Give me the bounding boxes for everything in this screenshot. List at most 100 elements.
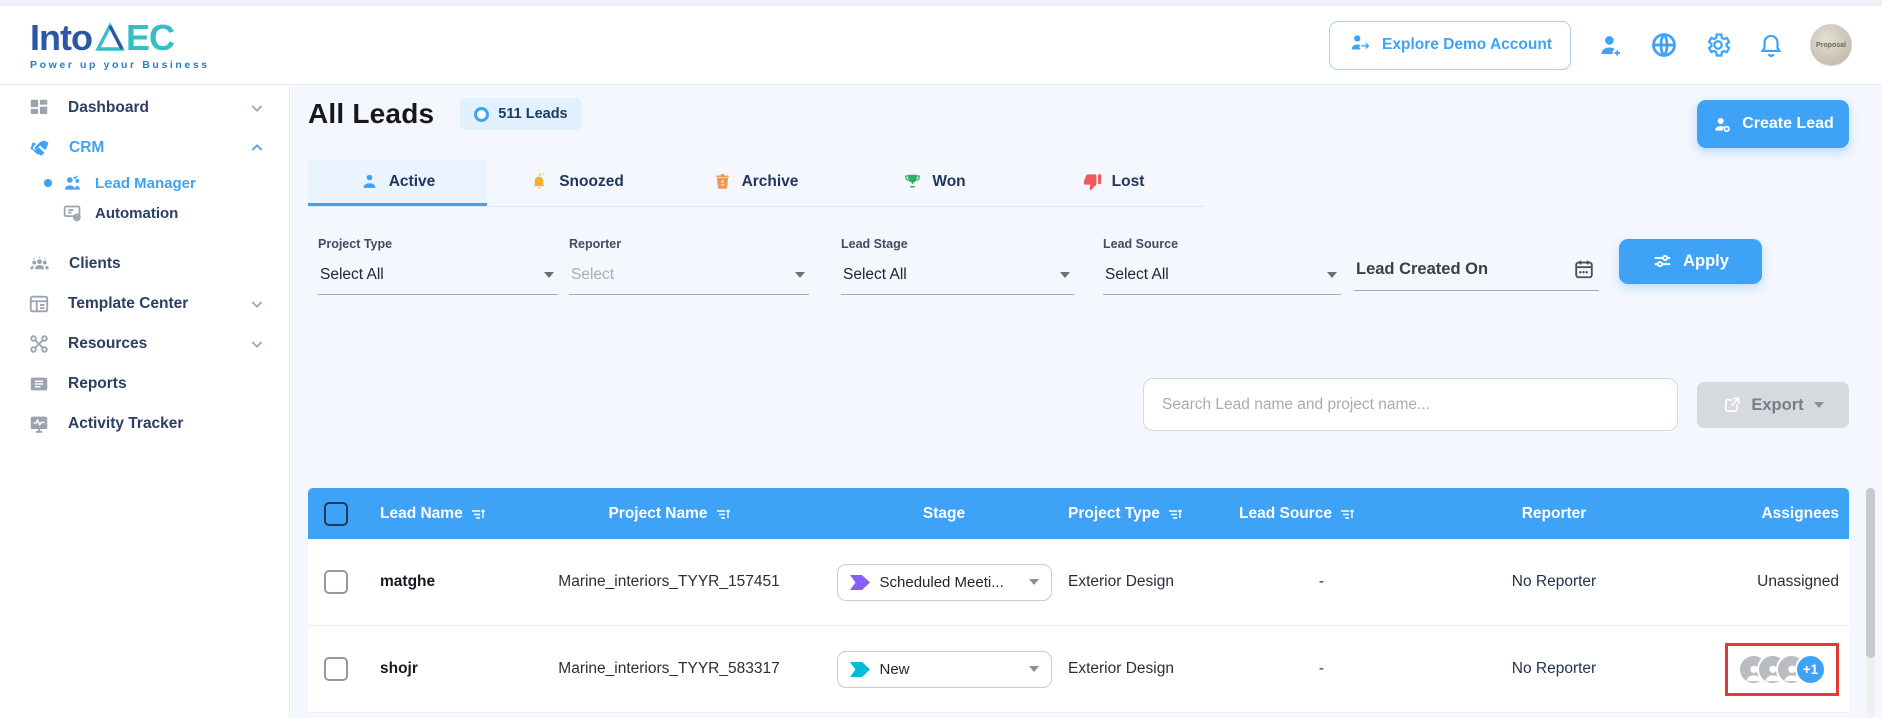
column-header-stage[interactable]: Stage: [824, 505, 1064, 523]
caret-down-icon: [1814, 402, 1824, 408]
dashboard-grid-icon: [28, 97, 50, 119]
column-header-project-type[interactable]: Project Type: [1064, 505, 1239, 523]
sidebar-label: Dashboard: [68, 99, 249, 117]
apply-filters-button[interactable]: Apply: [1619, 239, 1762, 284]
filter-label: Lead Source: [1103, 237, 1341, 251]
main-content: All Leads 511 Leads Create Lead Active z…: [291, 86, 1882, 718]
lead-manager-icon: [62, 173, 83, 194]
sidebar-item-dashboard[interactable]: Dashboard: [0, 88, 289, 128]
notifications-bell-button[interactable]: [1758, 32, 1784, 59]
filter-reporter: Reporter Select: [569, 237, 809, 295]
won-trophy-icon: [903, 172, 922, 191]
apply-sliders-icon: [1652, 251, 1673, 272]
settings-gear-button[interactable]: [1704, 31, 1732, 59]
sidebar-label: Lead Manager: [95, 175, 196, 192]
lead-source-cell: -: [1239, 660, 1404, 678]
lead-name-cell[interactable]: matghe: [364, 573, 514, 591]
sidebar-item-resources[interactable]: Resources: [0, 324, 289, 364]
lost-thumbs-down-icon: [1083, 172, 1102, 191]
row-checkbox[interactable]: [324, 570, 348, 594]
logo-a-triangle-icon: [95, 23, 125, 57]
sidebar-item-activity-tracker[interactable]: Activity Tracker: [0, 404, 289, 444]
sidebar-item-automation[interactable]: Automation: [0, 198, 289, 228]
column-header-project-name[interactable]: Project Name: [514, 505, 824, 523]
project-type-cell: Exterior Design: [1064, 573, 1239, 591]
reporter-cell: No Reporter: [1404, 573, 1704, 591]
filter-lead-source: Lead Source Select All: [1103, 237, 1341, 295]
logo-tagline: Power up your Business: [30, 60, 210, 71]
column-header-reporter[interactable]: Reporter: [1404, 505, 1704, 523]
sort-icon: [471, 508, 485, 520]
tab-label: Won: [932, 173, 965, 191]
globe-icon: [1650, 31, 1678, 59]
add-user-icon: [1597, 32, 1624, 59]
select-all-checkbox[interactable]: [324, 502, 348, 526]
assignees-cell[interactable]: Unassigned: [1704, 573, 1849, 591]
leads-table: Lead Name Project Name Stage Project Typ…: [308, 488, 1849, 713]
sidebar-item-crm[interactable]: CRM: [0, 128, 289, 168]
tab-archive[interactable]: Archive: [666, 160, 845, 206]
stage-dropdown[interactable]: Scheduled Meeti...: [837, 564, 1052, 601]
clients-group-icon: [28, 253, 51, 276]
search-input[interactable]: [1143, 378, 1678, 431]
automation-icon: [62, 203, 83, 224]
user-avatar[interactable]: Proposal: [1810, 24, 1852, 66]
activity-tracker-icon: [28, 413, 50, 435]
row-checkbox[interactable]: [324, 657, 348, 681]
reports-list-icon: [28, 373, 50, 395]
stage-flag-icon: [850, 662, 871, 677]
tab-label: Active: [389, 173, 436, 191]
add-user-button[interactable]: [1597, 32, 1624, 59]
lead-count-text: 511 Leads: [498, 106, 567, 122]
tab-snoozed[interactable]: zz Snoozed: [487, 160, 666, 206]
assignee-overflow-badge[interactable]: +1: [1795, 654, 1826, 685]
language-globe-button[interactable]: [1650, 31, 1678, 59]
sidebar-item-template-center[interactable]: Template Center: [0, 284, 289, 324]
leads-count-ring-icon: [474, 107, 489, 122]
lead-status-tabs: Active zz Snoozed Archive Won Lost: [308, 160, 1205, 207]
sidebar-item-lead-manager[interactable]: Lead Manager: [0, 168, 289, 198]
filters-bar: Project Type Select All Reporter Select …: [291, 237, 1882, 317]
notification-bell-icon: [1758, 32, 1784, 59]
chevron-down-icon: [249, 296, 265, 312]
svg-text:z: z: [542, 172, 544, 176]
column-header-lead-source[interactable]: Lead Source: [1239, 505, 1404, 523]
tab-active[interactable]: Active: [308, 160, 487, 206]
apply-label: Apply: [1683, 252, 1729, 271]
sidebar-item-clients[interactable]: Clients: [0, 244, 289, 284]
export-button[interactable]: Export: [1697, 382, 1849, 428]
column-header-lead-name[interactable]: Lead Name: [364, 505, 514, 523]
demo-user-switch-icon: [1348, 32, 1372, 59]
lead-stage-select[interactable]: Select All: [841, 264, 1074, 295]
reporter-select[interactable]: Select: [569, 264, 809, 295]
column-header-assignees[interactable]: Assignees: [1704, 505, 1849, 523]
stage-dropdown[interactable]: New: [837, 651, 1052, 688]
lead-source-select[interactable]: Select All: [1103, 264, 1341, 295]
caret-down-icon: [795, 272, 805, 278]
tab-lost[interactable]: Lost: [1024, 160, 1203, 206]
sidebar-label: Automation: [95, 205, 178, 222]
table-row: shojr Marine_interiors_TYYR_583317 New E…: [308, 626, 1849, 713]
sidebar-label: Template Center: [68, 295, 249, 313]
app-logo[interactable]: Into EC Power up your Business: [30, 20, 210, 71]
caret-down-icon: [1029, 666, 1039, 672]
tab-label: Snoozed: [559, 173, 624, 191]
explore-demo-button[interactable]: Explore Demo Account: [1329, 21, 1571, 70]
table-header-row: Lead Name Project Name Stage Project Typ…: [308, 488, 1849, 539]
filter-lead-stage: Lead Stage Select All: [841, 237, 1074, 295]
archive-trash-icon: [713, 172, 732, 191]
project-type-select[interactable]: Select All: [318, 264, 558, 295]
tab-label: Archive: [742, 173, 799, 191]
lead-name-cell[interactable]: shojr: [364, 660, 514, 678]
filter-project-type: Project Type Select All: [318, 237, 558, 295]
create-lead-button[interactable]: Create Lead: [1697, 100, 1849, 148]
lead-count-badge: 511 Leads: [460, 98, 581, 130]
chevron-up-icon: [249, 140, 265, 156]
table-scrollbar[interactable]: [1866, 488, 1875, 718]
sidebar-item-reports[interactable]: Reports: [0, 364, 289, 404]
lead-created-on-datepicker[interactable]: Lead Created On: [1354, 250, 1599, 291]
tab-won[interactable]: Won: [845, 160, 1024, 206]
assignee-avatar-group[interactable]: +1: [1738, 654, 1826, 685]
scrollbar-thumb[interactable]: [1866, 488, 1875, 658]
reporter-cell: No Reporter: [1404, 660, 1704, 678]
